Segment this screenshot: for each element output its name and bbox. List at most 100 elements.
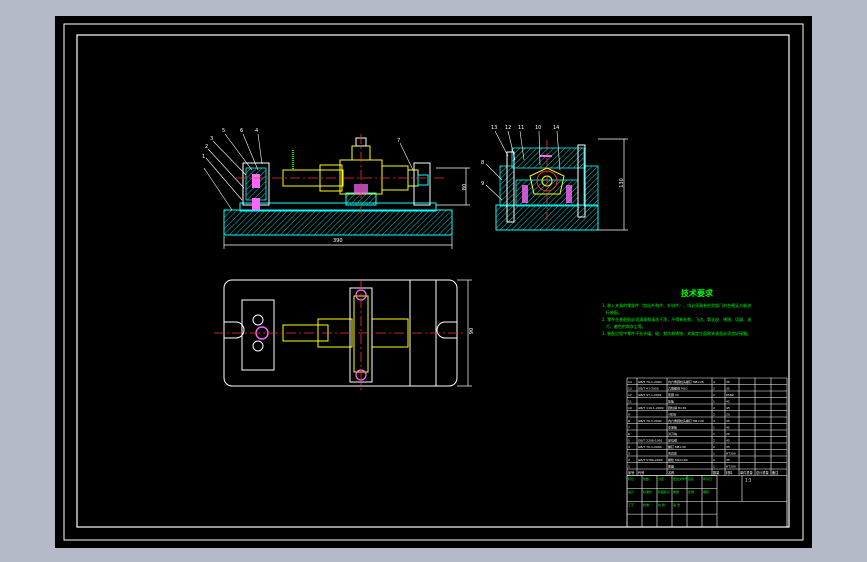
table-cell: 支承板	[668, 425, 677, 430]
table-cell: 代号	[638, 470, 644, 475]
table-cell: 夹具体	[668, 451, 677, 456]
balloon-label: 14	[553, 125, 560, 131]
table-cell: 压板	[668, 399, 674, 404]
table-cell: 设计	[628, 489, 634, 494]
table-cell: GB/T 97.1-2002	[638, 393, 662, 397]
table-cell: 1	[713, 465, 715, 469]
table-cell: 内六角圆柱头螺钉 M6×20	[668, 418, 704, 423]
table-cell: GB/T 70.1-2000	[638, 419, 662, 423]
table-cell: HT200	[726, 452, 736, 456]
table-cell: 2	[713, 458, 715, 462]
table-cell: 1	[713, 452, 715, 456]
table-cell: 14	[628, 380, 632, 384]
balloon-label: 8	[481, 160, 485, 166]
bom-table: 14 GB/T 70.1-2000 内六角圆柱头螺钉 M8×25 4 3513 GB/T …	[626, 377, 788, 476]
table-cell: 7	[628, 426, 630, 430]
table-cell: 45	[726, 426, 730, 430]
table-cell: 11	[628, 400, 632, 404]
table-cell: 共 张	[658, 502, 665, 507]
table-cell: 数量	[713, 470, 720, 475]
table-cell: 材料	[726, 470, 733, 475]
table-cell: GB/T 5780-2000	[638, 458, 663, 462]
table-cell: 1:1	[745, 478, 752, 483]
table-cell: 六角螺母 M10	[668, 386, 687, 391]
tech-line: 污、着色剂和灰尘等。	[602, 324, 646, 329]
table-cell: 名称	[668, 470, 675, 475]
tech-requirements: 技术要求 1. 装入夹具的零部件（包括外购件、外协件），均必须具有检验部门的合格…	[602, 288, 792, 337]
table-cell: 1	[713, 432, 715, 436]
inner-frame	[76, 34, 790, 528]
table-cell: 2	[713, 387, 715, 391]
side-view	[485, 130, 628, 231]
table-cell: 年月日	[703, 476, 712, 481]
table-cell: 35	[726, 458, 730, 462]
table-cell: 5	[628, 439, 630, 443]
table-cell: 定位键	[668, 438, 677, 443]
table-cell: 内六角圆柱头螺钉 M8×25	[668, 379, 704, 384]
table-cell: 第 张	[673, 502, 680, 507]
table-cell: 2	[713, 413, 715, 417]
dim-side-width: 130	[618, 178, 625, 188]
table-cell: 10	[628, 406, 632, 410]
table-cell: GB/T 41-2000	[638, 387, 659, 391]
table-cell: 2	[628, 458, 630, 462]
balloon-label: 5	[222, 128, 226, 134]
table-cell: 签名	[688, 476, 694, 481]
cad-viewport[interactable]: 14 GB/T 70.1-2000 内六角圆柱头螺钉 M8×25 4 35 13 GB/T …	[0, 0, 867, 562]
table-cell: HT200	[726, 465, 736, 469]
balloon-label: 1	[202, 154, 206, 160]
table-cell: 1	[628, 465, 630, 469]
tech-line: 行装配。	[602, 310, 622, 315]
table-cell: 6	[628, 432, 630, 436]
table-cell: 分区	[658, 476, 664, 481]
cad-drawing: 14 GB/T 70.1-2000 内六角圆柱头螺钉 M8×25 4 3513 GB/T …	[63, 23, 804, 541]
table-cell: 重量	[673, 489, 679, 494]
table-cell: 总计重量	[756, 470, 770, 475]
tech-line: 3. 装配过程中零件不允许磕、碰、划伤和锈蚀，夹具定位面和夹紧面必须良好接触。	[602, 331, 752, 336]
table-cell: 3	[628, 452, 630, 456]
table-cell: 更改文件号	[673, 476, 688, 481]
table-cell: 1	[713, 426, 715, 430]
table-cell: 65Mn	[726, 393, 734, 397]
table-cell: 工艺	[628, 502, 634, 507]
balloon-label: 3	[210, 136, 214, 142]
table-cell: GB/T 119.1-2000	[638, 406, 664, 410]
table-cell: 2	[713, 393, 715, 397]
table-cell: 处数	[643, 476, 649, 481]
table-cell: 8	[628, 419, 630, 423]
table-cell: V形块	[668, 412, 676, 417]
table-cell: GB/T 70.1-2000	[638, 380, 662, 384]
table-cell: 35	[726, 419, 730, 423]
table-cell: 35	[726, 380, 730, 384]
table-cell: 45	[726, 400, 730, 404]
table-cell: 35	[726, 387, 730, 391]
balloon-label: 4	[255, 128, 259, 134]
dim-overall-length: 390	[333, 238, 343, 244]
table-cell: 螺栓 M10×60	[668, 457, 688, 462]
table-cell: 圆柱销 8×30	[668, 405, 686, 410]
table-cell: 4	[713, 419, 715, 423]
dim-plan-height: 90	[469, 327, 476, 335]
table-cell: 1	[713, 400, 715, 404]
table-cell: 4	[713, 380, 715, 384]
table-cell: 20	[726, 413, 730, 417]
tech-lines: 1. 装入夹具的零部件（包括外购件、外协件），均必须具有检验部门的合格证方能进 …	[602, 302, 792, 337]
table-cell: GB/T 70.1-2000	[638, 445, 662, 449]
tech-line: 2. 零件在装配前必须清理和清洗干净，不得有毛刺、飞边、氧化皮、锈蚀、切屑、油	[602, 317, 752, 322]
balloon-label: 13	[491, 125, 498, 131]
table-cell: 对刀块	[668, 431, 677, 436]
plan-view	[214, 279, 472, 390]
table-cell: 标记	[628, 476, 634, 481]
tech-title: 技术要求	[681, 289, 713, 298]
table-cell: 比例	[688, 489, 694, 494]
table-cell: 审核	[703, 489, 709, 494]
table-cell: 35	[726, 445, 730, 449]
table-cell: 垫圈 10	[668, 392, 679, 397]
table-cell: 批准	[643, 502, 649, 507]
table-cell: 20	[726, 432, 730, 436]
table-cell: 标准化	[643, 489, 652, 494]
table-cell: 45	[726, 439, 730, 443]
tech-line: 1. 装入夹具的零部件（包括外购件、外协件），均必须具有检验部门的合格证方能进	[602, 303, 752, 308]
balloon-label: 10	[535, 125, 542, 131]
table-cell: 9	[628, 413, 630, 417]
